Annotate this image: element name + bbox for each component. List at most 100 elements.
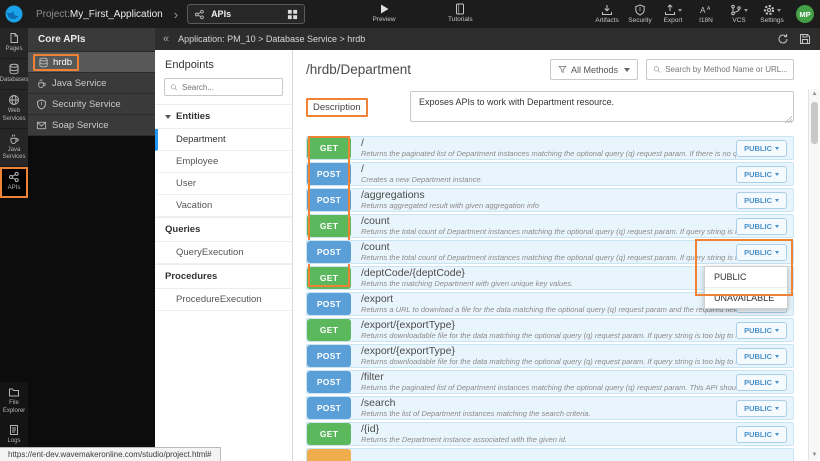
endpoint-item-vacation[interactable]: Vacation: [155, 195, 292, 217]
access-dropdown-button[interactable]: PUBLIC: [736, 348, 787, 365]
method-search[interactable]: [646, 59, 794, 80]
core-api-hrdb[interactable]: hrdb: [28, 52, 155, 73]
access-option-public[interactable]: PUBLIC: [705, 267, 787, 288]
api-row-post--export-exporttype-[interactable]: POST/export/{exportType}Returns download…: [306, 344, 794, 368]
endpoints-tree: EntitiesDepartmentEmployeeUserVacationQu…: [155, 104, 292, 311]
api-row-get--export-exporttype-[interactable]: GET/export/{exportType}Returns downloada…: [306, 318, 794, 342]
topbar-actions: Artifacts Security Export AAI18N VCS Settings…: [595, 4, 814, 24]
endpoint-item-queryexecution[interactable]: QueryExecution: [155, 242, 292, 264]
access-dropdown-button[interactable]: PUBLIC: [736, 426, 787, 443]
status-url: https://ent-dev.wavemakeronline.com/stud…: [8, 450, 212, 459]
endpoint-item-employee[interactable]: Employee: [155, 151, 292, 173]
endpoint-path: /aggregations: [361, 190, 736, 201]
security-button[interactable]: Security: [628, 4, 652, 24]
save-icon[interactable]: [799, 33, 811, 45]
db-icon: [8, 63, 20, 75]
i18n-button[interactable]: AAI18N: [694, 4, 718, 24]
api-row-post--count[interactable]: POST/countReturns the total count of Dep…: [306, 240, 794, 264]
settings-button[interactable]: Settings: [760, 4, 784, 24]
export-button[interactable]: Export: [661, 4, 685, 24]
rail-item-java-services[interactable]: Java Services: [0, 129, 28, 167]
refresh-icon[interactable]: [777, 33, 789, 45]
core-api-security-service[interactable]: Security Service: [28, 94, 155, 115]
access-dropdown-button[interactable]: PUBLIC: [736, 192, 787, 209]
api-row-get--id-[interactable]: GET/{id}Returns the Department instance …: [306, 422, 794, 446]
method-badge: POST: [307, 345, 351, 367]
chevron-down-icon: [775, 381, 779, 384]
tutorials-label: Tutorials: [448, 16, 473, 23]
endpoints-section-queries[interactable]: Queries: [155, 217, 292, 242]
rail-item-logs[interactable]: Logs: [0, 420, 28, 450]
endpoint-description: Returns downloadable file for the data m…: [361, 357, 736, 366]
user-avatar[interactable]: MP: [796, 5, 814, 23]
breadcrumb: Application: PM_10 > Database Service > …: [178, 34, 365, 44]
core-apis-panel: Core APIs hrdbJava ServiceSecurity Servi…: [28, 28, 155, 461]
methods-filter-dropdown[interactable]: All Methods: [550, 59, 638, 80]
access-dropdown-button[interactable]: PUBLIC: [736, 140, 787, 157]
description-textarea[interactable]: Exposes APIs to work with Department res…: [410, 91, 794, 122]
scrollbar-thumb[interactable]: [811, 102, 818, 144]
rail-item-web-services[interactable]: Web Services: [0, 90, 28, 128]
core-api-soap-service[interactable]: Soap Service: [28, 115, 155, 136]
api-row-post--aggregations[interactable]: POST/aggregationsReturns aggregated resu…: [306, 188, 794, 212]
api-row-post--filter[interactable]: POST/filterReturns the paginated list of…: [306, 370, 794, 394]
rail-item-pages[interactable]: Pages: [0, 28, 28, 59]
access-dropdown-button[interactable]: PUBLIC: [736, 374, 787, 391]
endpoint-path: /count: [361, 216, 736, 227]
tutorials-button[interactable]: Tutorials: [448, 3, 473, 23]
left-rail: PagesDatabasesWeb ServicesJava ServicesA…: [0, 28, 28, 461]
rail-item-file-explorer[interactable]: File Explorer: [0, 382, 28, 419]
endpoint-item-department[interactable]: Department: [155, 129, 292, 151]
apis-tab[interactable]: APIs: [187, 4, 305, 24]
endpoint-path: /{id}: [361, 424, 736, 435]
core-api-java-service[interactable]: Java Service: [28, 73, 155, 94]
access-dropdown-button[interactable]: PUBLIC: [736, 400, 787, 417]
api-row-get--[interactable]: GET/Returns the paginated list of Depart…: [306, 136, 794, 160]
description-row: Description Exposes APIs to work with De…: [294, 88, 820, 135]
endpoints-section-procedures[interactable]: Procedures: [155, 264, 292, 289]
triangle-down-icon: [165, 115, 171, 119]
resize-handle[interactable]: [785, 116, 792, 123]
api-row-post--[interactable]: POST/Creates a new Department instance.P…: [306, 162, 794, 186]
collapse-panel-icon[interactable]: «: [163, 33, 169, 45]
grid-icon[interactable]: [287, 9, 298, 20]
endpoint-path: /export/{exportType}: [361, 346, 736, 357]
api-row-post--search[interactable]: POST/searchReturns the list of Departmen…: [306, 396, 794, 420]
endpoints-section-entities[interactable]: Entities: [155, 104, 292, 129]
endpoints-search[interactable]: [164, 78, 283, 96]
project-name: My_First_Application: [70, 9, 163, 20]
project-label: Project:: [36, 9, 70, 20]
scroll-up-icon[interactable]: ▲: [809, 89, 820, 99]
main-scrollbar[interactable]: ▲ ▼: [808, 89, 819, 460]
annotation-box: hrdb: [33, 54, 79, 71]
endpoint-item-user[interactable]: User: [155, 173, 292, 195]
endpoint-description: Returns the Department instance associat…: [361, 435, 736, 444]
vcs-button[interactable]: VCS: [727, 4, 751, 24]
endpoint-description: Returns the matching Department with giv…: [361, 279, 736, 288]
chevron-down-icon: [775, 407, 779, 410]
chevron-down-icon: [775, 225, 779, 228]
access-option-unavailable[interactable]: UNAVAILABLE: [705, 288, 787, 308]
access-dropdown-button[interactable]: PUBLIC: [736, 244, 787, 261]
rail-item-databases[interactable]: Databases: [0, 59, 28, 90]
rail-item-apis[interactable]: APIs: [0, 167, 28, 198]
artifacts-button[interactable]: Artifacts: [595, 4, 619, 24]
access-dropdown-button[interactable]: PUBLIC: [736, 322, 787, 339]
access-dropdown-button[interactable]: PUBLIC: [736, 218, 787, 235]
endpoints-search-input[interactable]: [182, 83, 277, 92]
api-row-partial[interactable]: [306, 448, 794, 461]
scroll-down-icon[interactable]: ▼: [809, 450, 820, 460]
chevron-down-icon: [775, 147, 779, 150]
endpoint-path: /deptCode/{deptCode}: [361, 268, 736, 279]
method-badge: POST: [307, 293, 351, 315]
endpoint-item-procedureexecution[interactable]: ProcedureExecution: [155, 289, 292, 311]
chevron-down-icon: [775, 199, 779, 202]
api-row-get--count[interactable]: GET/countReturns the total count of Depa…: [306, 214, 794, 238]
chevron-right-icon: ›: [174, 7, 178, 22]
access-dropdown-button[interactable]: PUBLIC: [736, 166, 787, 183]
preview-button[interactable]: Preview: [372, 3, 396, 23]
book-icon: [454, 3, 466, 15]
method-search-input[interactable]: [665, 65, 787, 74]
db-icon: [38, 57, 49, 68]
endpoint-description: Returns the total count of Department in…: [361, 227, 736, 236]
